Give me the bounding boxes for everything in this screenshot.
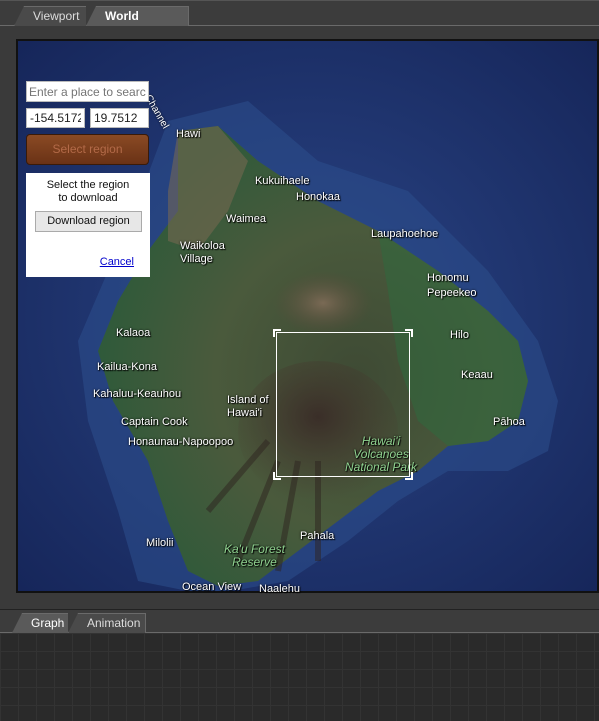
tab-viewport[interactable]: Viewport	[14, 6, 88, 26]
map-label-kukuihaele: Kukuihaele	[255, 175, 310, 187]
map-label-kalaoa: Kalaoa	[116, 327, 151, 339]
map-label-milolii: Milolii	[146, 537, 174, 549]
map-label-hawi: Hawi	[176, 128, 201, 140]
selection-handle-bottom-left[interactable]	[273, 472, 281, 480]
map-label-captain-cook: Captain Cook	[121, 416, 188, 428]
map-label-hilo: Hilo	[450, 329, 469, 341]
map-label-kau-forest-reserve: Ka'u Forest Reserve	[224, 542, 285, 569]
map-label-ocean-view: Ocean View	[182, 581, 242, 593]
map-label-waikoloa-village: Waikoloa Village	[180, 240, 225, 265]
top-tab-bar: Viewport World browser	[0, 0, 599, 42]
place-search-input[interactable]	[26, 81, 149, 102]
longitude-field[interactable]	[26, 108, 85, 128]
tab-graph[interactable]: Graph	[12, 613, 70, 633]
latitude-field[interactable]	[90, 108, 149, 128]
select-region-button[interactable]: Select region	[26, 134, 149, 165]
map-label-laupahoehoe: Laupahoehoe	[371, 228, 439, 240]
map-label-pahala: Pahala	[300, 530, 335, 542]
map-label-kailua-kona: Kailua-Kona	[97, 361, 157, 373]
cancel-link[interactable]: Cancel	[100, 256, 134, 268]
selection-handle-top-right[interactable]	[405, 329, 413, 337]
map-label-kahaluu-keauhou: Kahaluu-Keauhou	[93, 388, 182, 400]
map-label-naalehu: Naalehu	[259, 583, 300, 595]
selection-handle-top-left[interactable]	[273, 329, 281, 337]
map-label-honaunau-napoopoo: Honaunau-Napoopoo	[128, 436, 234, 448]
world-browser-panel: Channel Select region Select the region …	[0, 27, 599, 609]
region-selection-rectangle[interactable]	[273, 329, 413, 480]
tab-world-browser[interactable]: World browser	[86, 6, 189, 42]
bottom-tab-bar: Graph Animation	[0, 609, 599, 633]
download-panel-message: Select the region to download	[46, 179, 130, 204]
graph-canvas[interactable]	[0, 633, 599, 721]
map-label-pahoa: Pāhoa	[493, 416, 525, 428]
selection-handle-bottom-right[interactable]	[405, 472, 413, 480]
map-label-honomu: Honomu	[427, 272, 469, 284]
tab-animation[interactable]: Animation	[68, 613, 146, 633]
download-panel: Select the region to download Download r…	[26, 173, 150, 277]
map-label-keaau: Keaau	[461, 369, 493, 381]
map-label-pepeekeo: Pepeekeo	[427, 287, 477, 299]
map-label-island-of-hawaii: Island of Hawai'i	[227, 394, 269, 419]
map-label-waimea: Waimea	[226, 213, 266, 225]
download-region-button[interactable]: Download region	[35, 211, 142, 232]
map-label-honokaa: Honokaa	[296, 191, 341, 203]
